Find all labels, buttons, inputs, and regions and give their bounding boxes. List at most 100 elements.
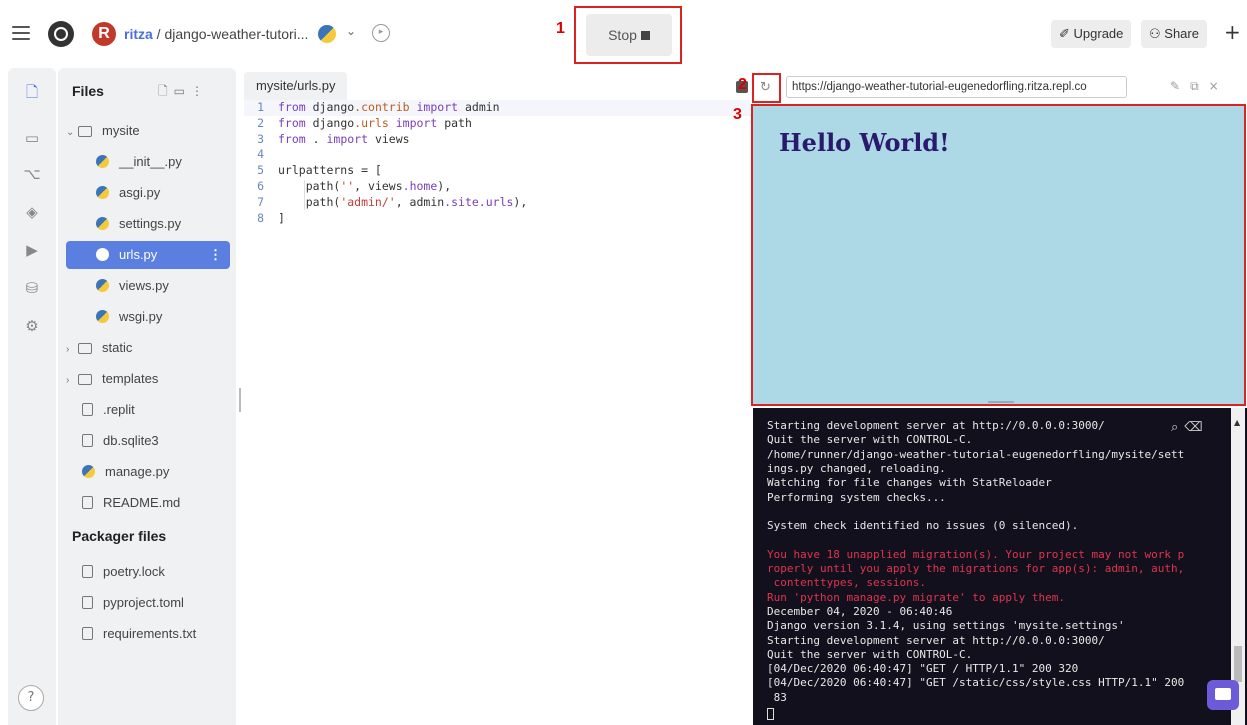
clear-console-icon[interactable]: ⌫ bbox=[1184, 420, 1208, 435]
python-file-icon bbox=[96, 217, 109, 230]
editor-tab[interactable]: mysite/urls.py bbox=[244, 72, 348, 100]
file-label: templates bbox=[102, 371, 159, 386]
console-line: System check identified no issues (0 sil… bbox=[767, 520, 1079, 532]
replit-logo-icon[interactable] bbox=[48, 21, 74, 47]
folder-icon bbox=[78, 126, 92, 137]
stop-button[interactable]: Stop bbox=[586, 14, 672, 56]
file-row[interactable]: views.py bbox=[66, 272, 230, 300]
files-icon[interactable]: 🗋 bbox=[22, 82, 42, 102]
python-language-icon bbox=[318, 25, 336, 43]
annotation-3: 3 bbox=[733, 106, 742, 123]
breadcrumb-repl-name[interactable]: django-weather-tutori... bbox=[164, 26, 308, 42]
code-area[interactable]: 1 from django.contrib import admin 2 from … bbox=[244, 100, 750, 226]
chevron-down-icon[interactable]: ⌄ bbox=[346, 24, 356, 38]
console-line: Starting development server at http://0.… bbox=[767, 634, 1105, 646]
file-label: requirements.txt bbox=[103, 626, 197, 641]
console-line: [04/Dec/2020 06:40:47] "GET /static/css/… bbox=[767, 677, 1185, 689]
file-label: urls.py bbox=[119, 247, 158, 262]
kebab-menu-icon[interactable]: ⋮ bbox=[209, 241, 222, 269]
stop-label: Stop bbox=[608, 27, 637, 43]
menu-icon[interactable] bbox=[12, 26, 30, 40]
upgrade-button[interactable]: ✐ Upgrade bbox=[1051, 20, 1132, 48]
database-icon[interactable]: ⛁ bbox=[22, 278, 42, 298]
share-label: Share bbox=[1164, 26, 1199, 41]
file-row[interactable]: pyproject.toml bbox=[66, 589, 230, 617]
file-label: __init__.py bbox=[119, 154, 182, 169]
file-icon bbox=[82, 434, 93, 447]
refresh-icon[interactable]: ↻ bbox=[760, 80, 771, 95]
plus-icon[interactable]: + bbox=[1224, 20, 1241, 44]
files-actions: 🗋▭⋮ bbox=[158, 82, 209, 103]
console-line: [04/Dec/2020 06:40:47] "GET / HTTP/1.1" … bbox=[767, 663, 1079, 675]
annotation-1: 1 bbox=[556, 20, 565, 37]
indent-guide bbox=[304, 180, 305, 210]
folder-row-templates[interactable]: › templates bbox=[66, 365, 230, 393]
python-file-icon bbox=[96, 279, 109, 292]
kebab-menu-icon[interactable]: ⋮ bbox=[191, 84, 209, 98]
file-icon bbox=[82, 596, 93, 609]
top-bar: R ritza / django-weather-tutori... ⌄ ▸ 1… bbox=[0, 0, 1247, 68]
file-row[interactable]: settings.py bbox=[66, 210, 230, 238]
console-scrollbar[interactable]: ▲ bbox=[1231, 408, 1245, 725]
file-label: db.sqlite3 bbox=[103, 433, 159, 448]
file-icon bbox=[82, 403, 93, 416]
file-icon bbox=[82, 627, 93, 640]
file-row[interactable]: requirements.txt bbox=[66, 620, 230, 648]
file-row[interactable]: manage.py bbox=[66, 458, 230, 486]
file-label: .replit bbox=[103, 402, 135, 417]
packager-files-header: Packager files bbox=[72, 528, 167, 544]
console-line: ings.py changed, reloading. bbox=[767, 462, 946, 474]
panel-resize-handle[interactable] bbox=[239, 388, 241, 412]
console-actions: ⌕⌫ bbox=[1171, 420, 1209, 435]
search-icon[interactable]: ⌕ bbox=[1171, 420, 1184, 435]
file-label: static bbox=[102, 340, 133, 355]
webview-pane[interactable]: Hello World! bbox=[751, 104, 1246, 406]
debugger-icon[interactable]: ▶ bbox=[22, 240, 42, 260]
file-row[interactable]: wsgi.py bbox=[66, 303, 230, 331]
annotation-2: 2 bbox=[738, 76, 747, 93]
file-row[interactable]: db.sqlite3 bbox=[66, 427, 230, 455]
file-label: views.py bbox=[119, 278, 169, 293]
owner-avatar[interactable]: R bbox=[92, 22, 116, 46]
new-folder-icon[interactable]: ▭ bbox=[174, 84, 191, 98]
code-editor[interactable]: mysite/urls.py 1 from django.contrib impo… bbox=[244, 68, 750, 725]
console-line: roperly until you apply the migrations f… bbox=[767, 563, 1185, 574]
close-icon[interactable]: × bbox=[1209, 79, 1229, 93]
file-row[interactable]: .replit bbox=[66, 396, 230, 424]
scroll-up-icon[interactable]: ▲ bbox=[1234, 418, 1240, 427]
code-line: 5 urlpatterns = [ bbox=[257, 163, 382, 178]
code-line: 7 path('admin/', admin.site.urls), bbox=[257, 194, 528, 209]
edit-icon[interactable]: ✎ bbox=[1170, 79, 1190, 93]
console-pane[interactable]: Starting development server at http://0.… bbox=[753, 408, 1247, 725]
open-new-tab-icon[interactable]: ⧉ bbox=[1190, 79, 1209, 93]
scrollbar-thumb[interactable] bbox=[1234, 646, 1242, 682]
file-row[interactable]: __init__.py bbox=[66, 148, 230, 176]
code-line: 8] bbox=[257, 210, 285, 225]
folder-row-static[interactable]: › static bbox=[66, 334, 230, 362]
help-button[interactable]: ? bbox=[18, 685, 44, 711]
file-row-selected[interactable]: urls.py ⋮ bbox=[66, 241, 230, 269]
history-icon[interactable]: ▸ bbox=[372, 24, 390, 42]
pane-resize-handle[interactable] bbox=[988, 401, 1014, 403]
stop-square-icon bbox=[640, 31, 650, 40]
console-line: /home/runner/django-weather-tutorial-eug… bbox=[767, 448, 1185, 460]
folder-row-mysite[interactable]: ⌄ mysite bbox=[66, 117, 230, 145]
package-icon[interactable]: ◈ bbox=[22, 202, 42, 222]
settings-gear-icon[interactable]: ⚙ bbox=[22, 316, 42, 336]
code-line: 1 from django.contrib import admin bbox=[244, 100, 750, 116]
code-line: 3 from . import views bbox=[257, 131, 410, 146]
share-button[interactable]: ⚇ Share bbox=[1141, 20, 1207, 48]
breadcrumb-separator: / bbox=[152, 26, 165, 42]
book-icon[interactable]: ▭ bbox=[22, 128, 42, 148]
chat-icon[interactable] bbox=[1207, 680, 1239, 710]
file-row[interactable]: README.md bbox=[66, 489, 230, 517]
file-row[interactable]: asgi.py bbox=[66, 179, 230, 207]
git-branch-icon[interactable]: ⌥ bbox=[22, 164, 42, 184]
add-user-icon: ⚇ bbox=[1149, 26, 1165, 41]
file-row[interactable]: poetry.lock bbox=[66, 558, 230, 586]
webview-url-field[interactable]: https://django-weather-tutorial-eugenedo… bbox=[786, 76, 1127, 98]
folder-icon bbox=[78, 374, 92, 385]
new-file-icon[interactable]: 🗋 bbox=[158, 84, 174, 98]
file-label: pyproject.toml bbox=[103, 595, 184, 610]
breadcrumb-owner[interactable]: ritza bbox=[124, 26, 153, 42]
